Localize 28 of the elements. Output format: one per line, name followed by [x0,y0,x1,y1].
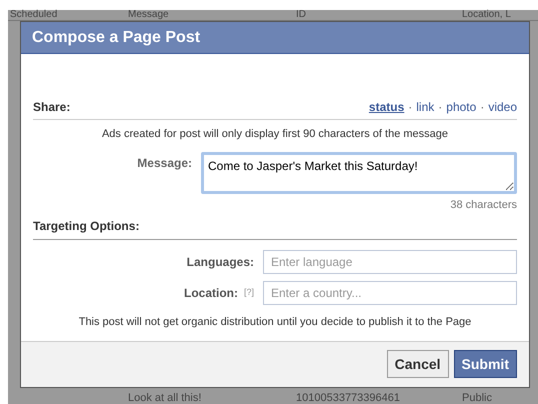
share-option-link[interactable]: link [416,98,434,116]
character-count: 38 characters [450,198,517,212]
column-header: Scheduled [9,10,58,20]
separator-dot: · [480,99,484,116]
notice-text: This post will not get organic distribution until you decide to publish it to the Page [78,315,472,330]
targeting-title: Targeting Options: [33,217,517,240]
ads-note: Ads created for post will only display first 90 characters of the message [100,127,450,142]
share-option-link[interactable]: video [488,98,517,116]
text-field[interactable]: Enter a country... [263,281,517,305]
message-field[interactable]: Come to Jasper's Market this Saturday! [201,152,517,194]
column-header: ID [295,10,307,20]
separator-dot: · [408,99,412,116]
dialog-title: Compose a Page Post [21,22,529,54]
table-cell-text: 10100533773396461 [295,390,402,404]
share-option-link[interactable]: photo [446,98,476,116]
column-header: Message [127,10,170,20]
share-option-link[interactable]: status [368,98,404,116]
text-field[interactable]: Enter language [263,250,517,274]
field-label: Languages: [186,254,254,271]
share-label: Share: [33,99,70,116]
cancel-button[interactable]: Cancel [386,350,449,378]
submit-button[interactable]: Submit [454,350,517,378]
table-cell-text: Look at all this! [127,390,202,404]
table-cell-text: Public [461,390,493,404]
message-label: Message: [136,154,193,172]
column-header: Location, L [461,10,512,20]
field-label: Location: [184,285,238,302]
separator-dot: · [438,99,442,116]
